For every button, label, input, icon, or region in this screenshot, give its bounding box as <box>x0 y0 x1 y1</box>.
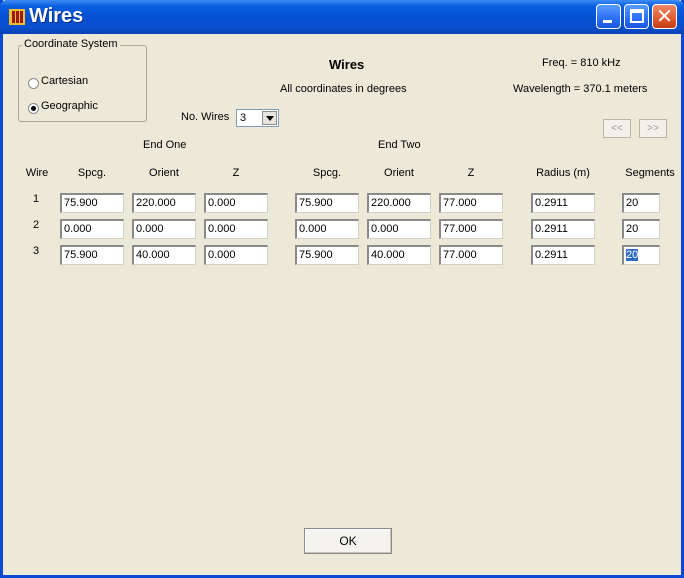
window-title: Wires <box>29 5 84 27</box>
coordinates-note: All coordinates in degrees <box>280 83 407 95</box>
radius-field[interactable]: 0.2911 <box>531 193 595 213</box>
next-button[interactable]: >> <box>639 119 667 138</box>
segments-field[interactable]: 20 <box>622 193 660 213</box>
no-wires-value: 3 <box>240 112 247 124</box>
radius-field[interactable]: 0.2911 <box>531 219 595 239</box>
orient-2-field[interactable]: 220.000 <box>367 193 431 213</box>
minimize-button[interactable] <box>596 4 621 29</box>
no-wires-label: No. Wires <box>181 111 230 123</box>
dialog-heading: Wires <box>329 57 365 72</box>
wires-window: Wires ✕ Coordinate System Cartesian Geog… <box>0 0 684 578</box>
orient-2-field[interactable]: 40.000 <box>367 245 431 265</box>
orient-1-field[interactable]: 0.000 <box>132 219 196 239</box>
frequency-readout: Freq. = 810 kHz <box>542 57 621 69</box>
minimize-icon <box>603 20 612 23</box>
segments-field[interactable]: 20 <box>622 219 660 239</box>
orient-2-field[interactable]: 0.000 <box>367 219 431 239</box>
column-header-spacing-2: Spcg. <box>312 167 342 179</box>
close-button[interactable]: ✕ <box>652 4 677 29</box>
segments-field[interactable]: 20 <box>622 245 660 265</box>
column-header-orient-2: Orient <box>384 167 414 179</box>
z-1-field[interactable]: 0.000 <box>204 245 268 265</box>
wire-number: 3 <box>33 245 40 257</box>
maximize-icon <box>630 9 644 23</box>
column-header-segments: Segments <box>625 167 675 179</box>
close-icon: ✕ <box>656 4 673 28</box>
wire-number: 1 <box>33 193 40 205</box>
spacing-2-field[interactable]: 75.900 <box>295 245 359 265</box>
segments-selected-text: 20 <box>626 249 639 261</box>
spacing-1-field[interactable]: 0.000 <box>60 219 124 239</box>
z-2-field[interactable]: 77.000 <box>439 219 503 239</box>
orient-1-field[interactable]: 40.000 <box>132 245 196 265</box>
cartesian-radio[interactable] <box>28 78 39 89</box>
z-1-field[interactable]: 0.000 <box>204 193 268 213</box>
coordinate-system-legend: Coordinate System <box>22 38 120 50</box>
z-2-field[interactable]: 77.000 <box>439 193 503 213</box>
end-two-header: End Two <box>378 139 421 151</box>
wire-number: 2 <box>33 219 40 231</box>
geographic-label[interactable]: Geographic <box>41 100 98 112</box>
radius-field[interactable]: 0.2911 <box>531 245 595 265</box>
wavelength-readout: Wavelength = 370.1 meters <box>513 83 648 95</box>
column-header-spacing-1: Spcg. <box>77 167 107 179</box>
column-header-z-2: Z <box>467 167 475 179</box>
z-2-field[interactable]: 77.000 <box>439 245 503 265</box>
no-wires-select[interactable]: 3 <box>236 109 279 127</box>
spacing-1-field[interactable]: 75.900 <box>60 193 124 213</box>
ok-button[interactable]: OK <box>304 528 392 554</box>
end-one-header: End One <box>143 139 187 151</box>
column-header-orient-1: Orient <box>149 167 179 179</box>
previous-button[interactable]: << <box>603 119 631 138</box>
maximize-button[interactable] <box>624 4 649 29</box>
column-header-z-1: Z <box>232 167 240 179</box>
column-header-wire: Wire <box>25 167 49 179</box>
title-bar[interactable]: Wires ✕ <box>0 0 684 34</box>
spacing-1-field[interactable]: 75.900 <box>60 245 124 265</box>
geographic-radio[interactable] <box>28 103 39 114</box>
spacing-2-field[interactable]: 0.000 <box>295 219 359 239</box>
column-header-radius: Radius (m) <box>536 167 590 179</box>
app-icon <box>9 9 25 25</box>
cartesian-label[interactable]: Cartesian <box>41 75 88 87</box>
chevron-down-icon[interactable] <box>262 111 277 125</box>
z-1-field[interactable]: 0.000 <box>204 219 268 239</box>
orient-1-field[interactable]: 220.000 <box>132 193 196 213</box>
spacing-2-field[interactable]: 75.900 <box>295 193 359 213</box>
